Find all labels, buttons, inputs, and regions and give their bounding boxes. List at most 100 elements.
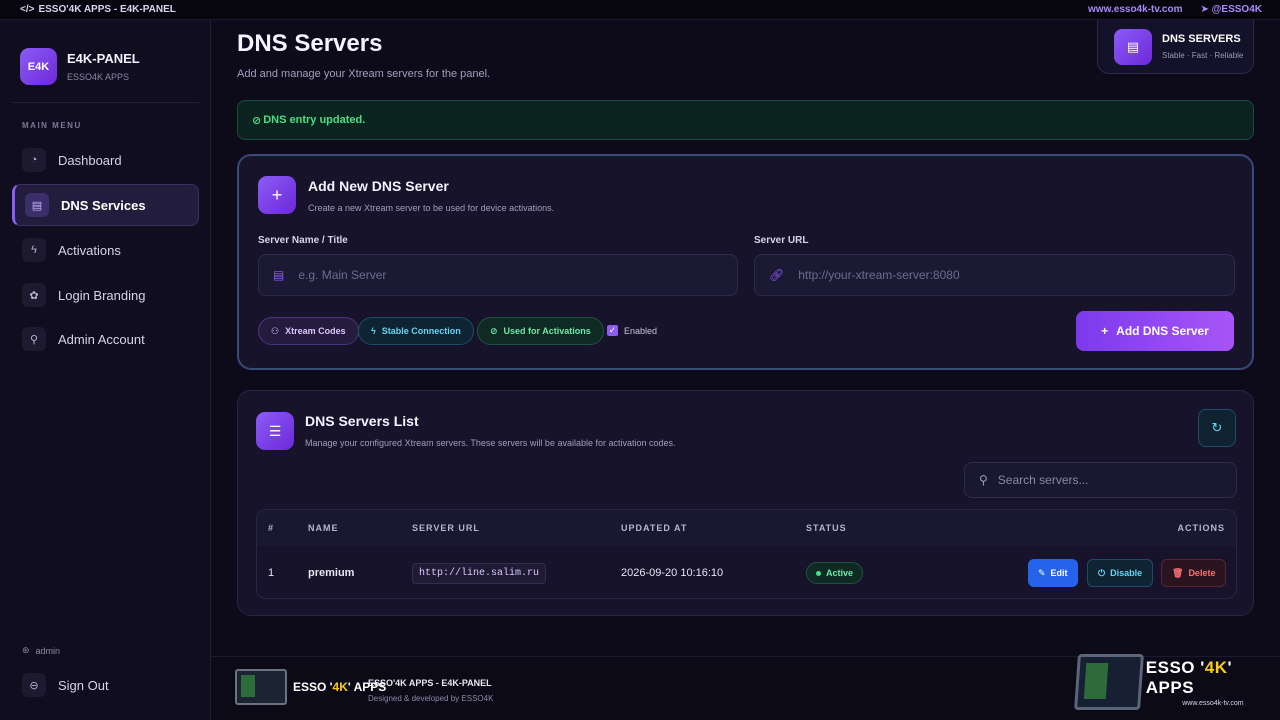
- enabled-checkbox[interactable]: ✓ Enabled: [607, 325, 657, 336]
- user-icon: ⊛: [22, 645, 30, 655]
- plus-icon: +: [258, 176, 296, 214]
- check-circle-icon: ⊘: [252, 114, 262, 127]
- chip-label: Stable Connection: [381, 326, 461, 336]
- status-badge: Active: [806, 562, 864, 584]
- sidebar: E4K E4K-PANEL ESSO4K APPS MAIN MENU ◔ Da…: [0, 20, 211, 720]
- brand[interactable]: E4K E4K-PANEL ESSO4K APPS: [20, 48, 140, 85]
- sliders-icon: ☰: [256, 412, 294, 450]
- status-dot-icon: [816, 570, 821, 576]
- status-label: Active: [826, 568, 854, 578]
- brand-logo: E4K: [20, 48, 57, 85]
- server-name-field[interactable]: ▤: [258, 254, 738, 296]
- chip-label: Used for Activations: [503, 326, 591, 336]
- sidebar-item-label: Dashboard: [58, 152, 122, 168]
- col-status: STATUS: [806, 523, 847, 533]
- website-link[interactable]: www.esso4k-tv.com: [1088, 4, 1182, 15]
- trash-icon: 🗑︎: [1172, 567, 1184, 578]
- top-bar-app-label: ESSO'4K APPS - E4K-PANEL: [38, 4, 176, 15]
- edit-button[interactable]: ✎ Edit: [1028, 559, 1078, 587]
- col-server-url: SERVER URL: [412, 523, 480, 533]
- server-name-label: Server Name / Title: [258, 235, 348, 246]
- disable-button[interactable]: ⏻ Disable: [1087, 559, 1154, 587]
- delete-button[interactable]: 🗑︎ Delete: [1161, 559, 1227, 587]
- sidebar-item-dashboard[interactable]: ◔ Dashboard: [12, 139, 199, 181]
- refresh-button[interactable]: ↻: [1198, 409, 1236, 447]
- bolt-icon: ϟ: [22, 238, 46, 262]
- footer-title: ESSO'4K APPS - E4K-PANEL: [368, 678, 492, 688]
- link-icon: 🔗︎: [769, 268, 785, 282]
- brand-logo-text: ESSO '4K' APPS: [1146, 658, 1280, 698]
- col-name: NAME: [308, 523, 339, 533]
- sidebar-divider: [12, 102, 199, 103]
- brand-logo-large: ESSO '4K' APPS www.esso4k-tv.com: [1074, 654, 1280, 710]
- gauge-icon: ◔: [22, 148, 46, 172]
- server-url-field[interactable]: 🔗︎: [754, 254, 1235, 296]
- checkbox-check-icon[interactable]: ✓: [607, 325, 618, 336]
- sign-out-label: Sign Out: [58, 677, 109, 693]
- footer-subtitle: Designed & developed by ESSO4K: [368, 694, 494, 703]
- row-updated-at: 2026-09-20 10:16:10: [621, 567, 724, 579]
- telegram-handle: @ESSO4K: [1211, 4, 1262, 15]
- server-icon: ▤: [273, 268, 285, 282]
- edit-icon: ✎: [1038, 567, 1046, 578]
- table-row: 1 premium http://line.salim.ru 2026-09-2…: [257, 546, 1236, 598]
- dns-servers-badge: ▤ DNS SERVERS Stable · Fast · Reliable: [1097, 20, 1254, 74]
- check-circle-icon: ⊘: [490, 325, 498, 336]
- col-index: #: [268, 523, 275, 533]
- server-icon: ▤: [1114, 28, 1152, 65]
- table-header: # NAME SERVER URL UPDATED AT STATUS ACTI…: [257, 510, 1236, 546]
- badge-subtitle: Stable · Fast · Reliable: [1162, 51, 1244, 60]
- server-icon: ▤: [25, 193, 49, 217]
- brand-logo-part: 4K: [1204, 657, 1228, 677]
- sidebar-item-label: Admin Account: [58, 331, 145, 347]
- list-card-title: DNS Servers List: [305, 413, 419, 429]
- col-updated-at: UPDATED AT: [621, 523, 688, 533]
- footer-info: ESSO'4K APPS - E4K-PANEL Designed & deve…: [368, 678, 493, 703]
- users-icon: ⚇: [271, 325, 280, 336]
- chip-used-for-activations: ⊘ Used for Activations: [477, 317, 604, 345]
- sidebar-item-dns-services[interactable]: ▤ DNS Services: [12, 184, 199, 226]
- palette-icon: ✿: [22, 283, 46, 307]
- col-actions: ACTIONS: [1177, 523, 1225, 533]
- row-status-cell: Active: [806, 546, 864, 598]
- add-dns-card: + Add New DNS Server Create a new Xtream…: [237, 154, 1254, 370]
- code-icon: </>: [20, 4, 35, 15]
- top-bar: </> ESSO'4K APPS - E4K-PANEL www.esso4k-…: [0, 0, 1280, 20]
- row-index: 1: [268, 567, 275, 579]
- sidebar-item-login-branding[interactable]: ✿ Login Branding: [12, 274, 199, 316]
- server-url-input[interactable]: [798, 268, 1179, 282]
- add-card-title: Add New DNS Server: [308, 178, 449, 194]
- sidebar-item-label: DNS Services: [61, 197, 146, 213]
- brand-logo-part: ESSO ': [1145, 657, 1205, 677]
- page-subtitle: Add and manage your Xtream servers for t…: [237, 68, 491, 80]
- server-name-input[interactable]: [298, 268, 679, 282]
- dns-list-card: ☰ DNS Servers List Manage your configure…: [237, 390, 1254, 616]
- search-input[interactable]: [997, 473, 1218, 487]
- alert-message: DNS entry updated.: [263, 114, 366, 126]
- sidebar-item-activations[interactable]: ϟ Activations: [12, 229, 199, 271]
- monitor-icon: [235, 669, 287, 705]
- sidebar-item-admin-account[interactable]: ⚲ Admin Account: [12, 318, 199, 360]
- current-user: ⊛ admin: [22, 645, 60, 656]
- add-dns-server-button[interactable]: + Add DNS Server: [1076, 311, 1234, 351]
- user-cog-icon: ⚲: [22, 327, 46, 351]
- row-name: premium: [308, 567, 355, 579]
- disable-label: Disable: [1110, 568, 1143, 578]
- brand-logo-url: www.esso4k-tv.com: [1182, 699, 1244, 707]
- search-field[interactable]: ⚲: [964, 462, 1237, 498]
- sidebar-item-label: Activations: [58, 242, 121, 258]
- brand-name: E4K-PANEL: [67, 51, 140, 66]
- brand-subtitle: ESSO4K APPS: [67, 72, 130, 82]
- sign-out-button[interactable]: ⊖ Sign Out: [12, 664, 199, 706]
- server-url-label: Server URL: [754, 235, 809, 246]
- chip-xtream-codes: ⚇ Xtream Codes: [258, 317, 359, 345]
- row-url-cell: http://line.salim.ru: [412, 546, 547, 598]
- footer-logo-part: ESSO ': [293, 680, 333, 694]
- refresh-icon: ↻: [1211, 420, 1223, 435]
- success-alert: ⊘ DNS entry updated.: [237, 100, 1254, 140]
- add-card-subtitle: Create a new Xtream server to be used fo…: [308, 203, 555, 213]
- row-url: http://line.salim.ru: [412, 562, 547, 584]
- telegram-link[interactable]: ➤ @ESSO4K: [1201, 4, 1263, 15]
- edit-label: Edit: [1050, 568, 1068, 578]
- footer-logo: ESSO '4K' APPS: [235, 669, 386, 705]
